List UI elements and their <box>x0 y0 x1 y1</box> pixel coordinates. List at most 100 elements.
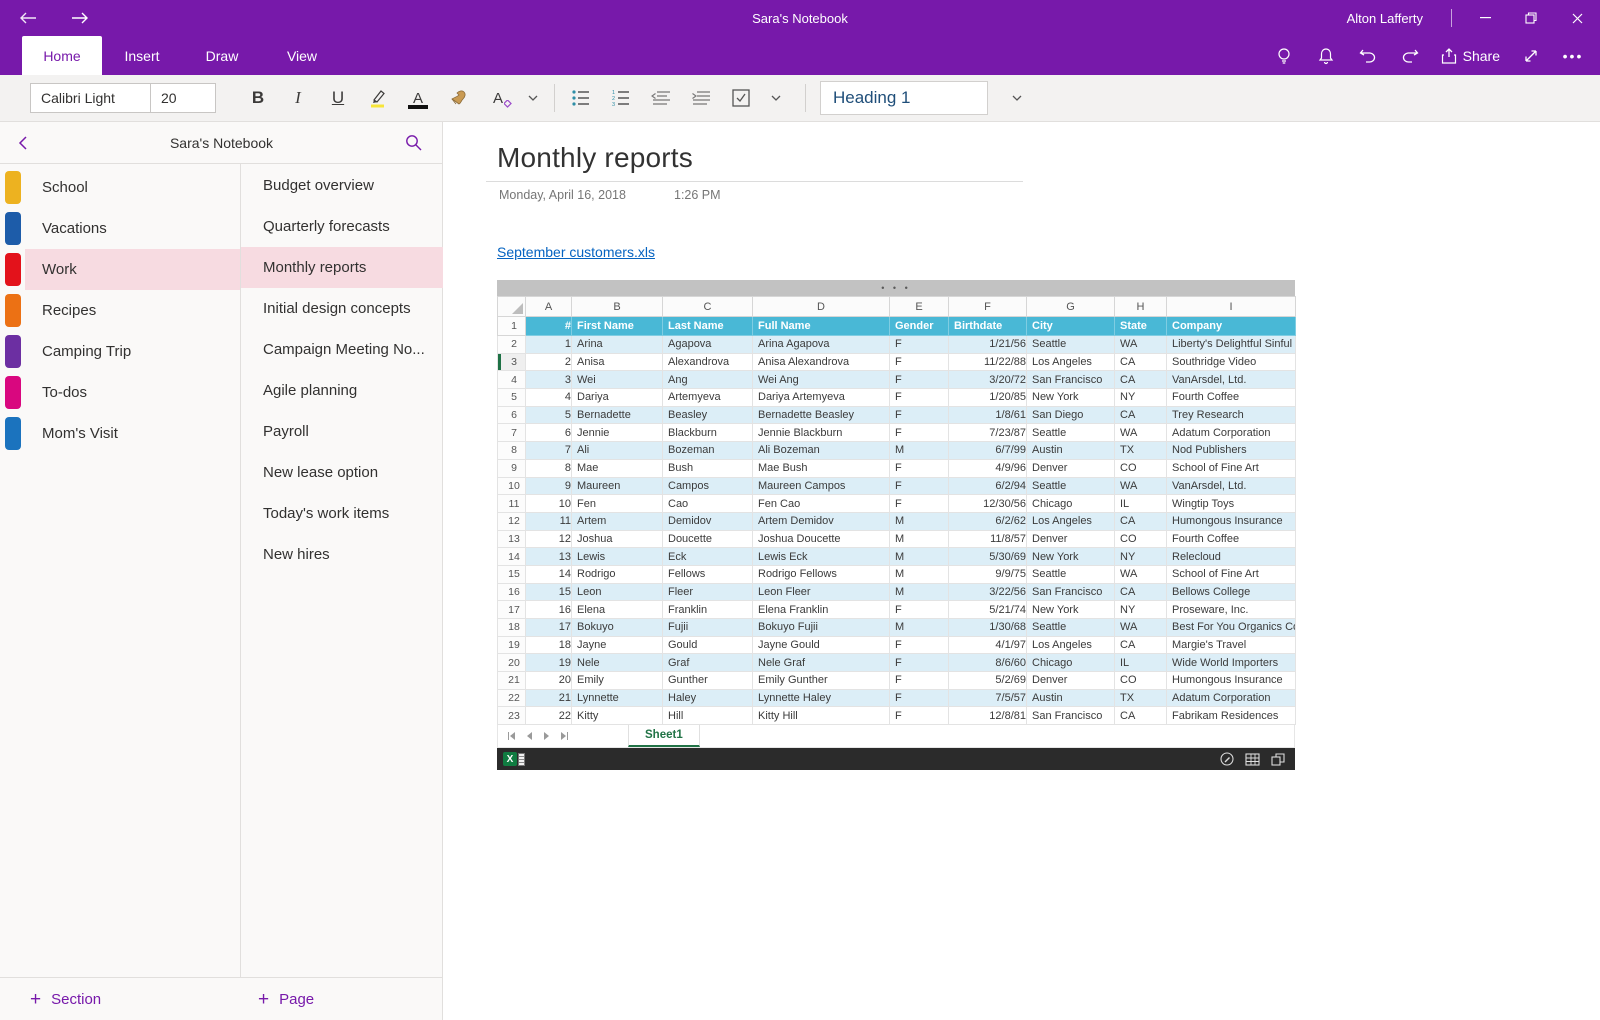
embed-drag-handle[interactable]: • • • <box>497 280 1295 296</box>
table-cell: Lynnette <box>572 689 663 707</box>
table-cell: Wei Ang <box>753 371 890 389</box>
table-row: 76JennieBlackburnJennie BlackburnF7/23/8… <box>498 424 1296 442</box>
table-cell: VanArsdel, Ltd. <box>1167 371 1296 389</box>
table-cell: Beasley <box>663 406 753 424</box>
table-cell: Rodrigo <box>572 565 663 583</box>
underline-button[interactable]: U <box>318 81 358 115</box>
table-cell: 5 <box>526 406 572 424</box>
format-painter-icon <box>448 88 468 108</box>
table-cell: Chicago <box>1027 495 1115 513</box>
share-icon <box>1441 48 1457 64</box>
notifications-bell-icon[interactable] <box>1309 41 1343 71</box>
page-canvas[interactable]: Monthly reports Monday, April 16, 2018 1… <box>444 122 1600 1020</box>
redo-icon[interactable] <box>1393 41 1427 71</box>
row-number: 3 <box>498 353 526 371</box>
page-title[interactable]: Monthly reports <box>497 142 693 174</box>
table-cell: Joshua Doucette <box>753 530 890 548</box>
sidebar-page-today-s-work-items[interactable]: Today's work items <box>241 493 443 534</box>
sidebar-page-new-hires[interactable]: New hires <box>241 534 443 575</box>
close-button[interactable] <box>1554 0 1600 36</box>
tab-draw[interactable]: Draw <box>182 36 262 75</box>
table-cell: School of Fine Art <box>1167 459 1296 477</box>
sidebar-page-quarterly-forecasts[interactable]: Quarterly forecasts <box>241 206 443 247</box>
table-cell: Seattle <box>1027 565 1115 583</box>
todo-tag-button[interactable] <box>721 81 761 115</box>
highlighter-button[interactable] <box>358 81 398 115</box>
section-label: Vacations <box>42 220 107 237</box>
clear-formatting-button[interactable]: A <box>478 81 518 115</box>
add-section-button[interactable]: + Section <box>30 978 101 1020</box>
sidebar-page-budget-overview[interactable]: Budget overview <box>241 165 443 206</box>
select-all-corner <box>498 297 526 317</box>
sidebar-page-new-lease-option[interactable]: New lease option <box>241 452 443 493</box>
numbered-list-button[interactable]: 123 <box>601 81 641 115</box>
font-options-chevron-icon[interactable] <box>518 81 548 115</box>
table-cell: San Francisco <box>1027 371 1115 389</box>
attachment-link[interactable]: September customers.xls <box>497 244 655 260</box>
tab-view[interactable]: View <box>262 36 342 75</box>
row-number: 23 <box>498 707 526 725</box>
page-date: Monday, April 16, 2018 <box>499 188 626 202</box>
share-button[interactable]: Share <box>1435 41 1506 71</box>
font-color-button[interactable]: A <box>398 81 438 115</box>
row-number: 19 <box>498 636 526 654</box>
column-letter: D <box>753 297 890 317</box>
undo-icon[interactable] <box>1351 41 1385 71</box>
tab-insert[interactable]: Insert <box>102 36 182 75</box>
sidebar-section-mom-s-visit[interactable]: Mom's Visit <box>25 413 240 454</box>
section-label: Work <box>42 261 77 278</box>
table-cell: Arina Agapova <box>753 336 890 354</box>
style-selector[interactable]: Heading 1 <box>820 81 988 115</box>
font-name-select[interactable]: Calibri Light <box>30 83 151 113</box>
add-page-button[interactable]: + Page <box>258 978 314 1020</box>
sidebar-section-to-dos[interactable]: To-dos <box>25 372 240 413</box>
table-cell: Chicago <box>1027 654 1115 672</box>
table-cell: Kitty <box>572 707 663 725</box>
sidebar-page-campaign-meeting-no-[interactable]: Campaign Meeting No... <box>241 329 443 370</box>
sidebar-section-school[interactable]: School <box>25 167 240 208</box>
minimize-button[interactable] <box>1462 0 1508 36</box>
table-cell: 19 <box>526 654 572 672</box>
table-cell: Los Angeles <box>1027 353 1115 371</box>
font-size-select[interactable]: 20 <box>150 83 216 113</box>
search-icon[interactable] <box>395 122 431 163</box>
bold-button[interactable]: B <box>238 81 278 115</box>
restore-button[interactable] <box>1508 0 1554 36</box>
user-account-label[interactable]: Alton Lafferty <box>1347 11 1423 26</box>
header-cell: Full Name <box>753 317 890 336</box>
table-cell: Haley <box>663 689 753 707</box>
add-section-label: Section <box>51 991 101 1008</box>
tab-home[interactable]: Home <box>22 36 102 75</box>
italic-button[interactable]: I <box>278 81 318 115</box>
increase-indent-button[interactable] <box>681 81 721 115</box>
formatting-toolbar: Calibri Light 20 B I U A A 123 <box>0 75 1600 122</box>
table-cell: 9/9/75 <box>949 565 1027 583</box>
table-cell: 1/20/85 <box>949 389 1027 407</box>
sidebar-page-initial-design-concepts[interactable]: Initial design concepts <box>241 288 443 329</box>
tags-chevron-icon[interactable] <box>761 81 791 115</box>
table-row: 98MaeBushMae BushF4/9/96DenverCOSchool o… <box>498 459 1296 477</box>
table-cell: Lewis <box>572 548 663 566</box>
first-sheet-icon <box>508 732 515 740</box>
sidebar-page-payroll[interactable]: Payroll <box>241 411 443 452</box>
table-cell: San Francisco <box>1027 583 1115 601</box>
open-external-icon <box>1271 753 1285 766</box>
fullscreen-icon[interactable] <box>1514 41 1548 71</box>
table-cell: 18 <box>526 636 572 654</box>
embedded-spreadsheet[interactable]: • • • ABCDEFGHI1#First NameLast NameFull… <box>497 280 1295 770</box>
sidebar-section-vacations[interactable]: Vacations <box>25 208 240 249</box>
sidebar-page-monthly-reports[interactable]: Monthly reports <box>241 247 443 288</box>
decrease-indent-button[interactable] <box>641 81 681 115</box>
table-cell: Artem <box>572 512 663 530</box>
sidebar-section-camping-trip[interactable]: Camping Trip <box>25 331 240 372</box>
sidebar-section-work[interactable]: Work <box>25 249 240 290</box>
bulleted-list-button[interactable] <box>561 81 601 115</box>
styles-chevron-icon[interactable] <box>1002 81 1032 115</box>
format-painter-button[interactable] <box>438 81 478 115</box>
sidebar-section-recipes[interactable]: Recipes <box>25 290 240 331</box>
tell-me-lightbulb-icon[interactable] <box>1267 41 1301 71</box>
sidebar-page-agile-planning[interactable]: Agile planning <box>241 370 443 411</box>
more-options-icon[interactable]: ••• <box>1556 41 1590 71</box>
table-cell: 1/21/56 <box>949 336 1027 354</box>
section-list: School Vacations Work RecipesCamping TripTo… <box>0 167 240 454</box>
